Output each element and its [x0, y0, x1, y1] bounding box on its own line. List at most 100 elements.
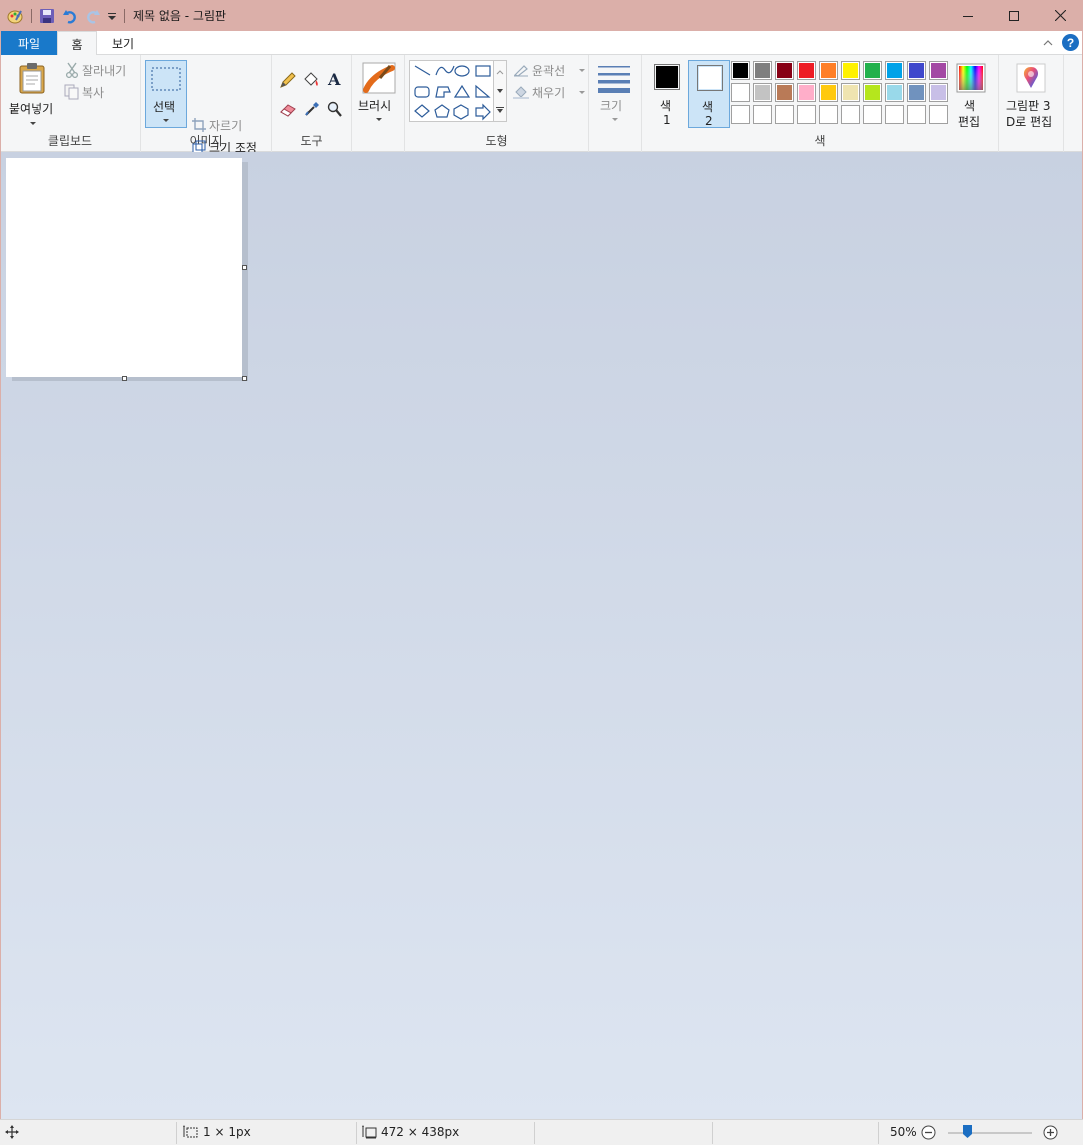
cut-button[interactable]: 잘라내기 [64, 61, 136, 79]
redo-icon[interactable] [84, 7, 102, 25]
minimize-button[interactable] [945, 0, 991, 31]
zoom-slider-track[interactable] [948, 1132, 1032, 1134]
palette-swatch[interactable] [797, 61, 816, 80]
fill-button[interactable]: 채우기 [512, 83, 585, 101]
palette-swatch[interactable] [929, 61, 948, 80]
palette-swatch[interactable] [819, 83, 838, 102]
edit-with-paint3d-button[interactable]: 그림판 3 D로 편집 [1001, 60, 1063, 132]
palette-swatch[interactable] [885, 61, 904, 80]
select-button[interactable]: 선택 [145, 60, 187, 128]
scissors-icon [65, 62, 79, 81]
group-label-shapes: 도형 [485, 134, 508, 148]
palette-swatch[interactable] [841, 61, 860, 80]
palette-swatch-fill [887, 85, 902, 100]
zoom-out-icon[interactable] [921, 1125, 936, 1143]
pencil-icon[interactable] [279, 71, 297, 92]
zoom-in-icon[interactable] [1043, 1125, 1058, 1143]
collapse-ribbon-icon[interactable] [1041, 36, 1055, 50]
brushes-button[interactable]: 브러시 [355, 60, 401, 128]
color1-label-line1: 색 [660, 99, 672, 113]
palette-swatch[interactable] [775, 61, 794, 80]
palette-swatch[interactable] [819, 105, 838, 124]
maximize-button[interactable] [991, 0, 1037, 31]
color2-label-line2: 2 [705, 114, 713, 128]
palette-swatch[interactable] [797, 83, 816, 102]
palette-swatch-fill [777, 107, 792, 122]
eraser-icon[interactable] [279, 100, 297, 121]
palette-swatch[interactable] [753, 61, 772, 80]
app-icon[interactable] [6, 7, 24, 25]
palette-swatch[interactable] [731, 83, 750, 102]
fill-icon[interactable] [302, 71, 320, 92]
color1-label-line2: 1 [663, 113, 671, 127]
palette-swatch[interactable] [731, 105, 750, 124]
color1-fill [656, 66, 678, 88]
palette-swatch[interactable] [753, 105, 772, 124]
color2-label-line1: 색 [702, 100, 714, 114]
tab-view[interactable]: 보기 [103, 31, 143, 55]
qat-separator [31, 8, 32, 23]
edit-colors-label-line2: 편집 [958, 115, 981, 129]
outline-button[interactable]: 윤곽선 [512, 61, 585, 79]
edit-colors-button[interactable]: 색 편집 [952, 60, 992, 132]
palette-swatch[interactable] [907, 105, 926, 124]
palette-swatch[interactable] [841, 83, 860, 102]
crop-button[interactable]: 자르기 [191, 116, 261, 134]
palette-swatch[interactable] [819, 61, 838, 80]
paint3d-label-line2: D로 편집 [1006, 115, 1053, 129]
color1-button[interactable]: 색 1 [646, 60, 688, 128]
paste-icon [18, 62, 46, 97]
close-button[interactable] [1037, 0, 1083, 31]
palette-swatch-fill [843, 63, 858, 78]
resize-handle-bottom[interactable] [122, 376, 127, 381]
palette-swatch[interactable] [863, 105, 882, 124]
palette-swatch-fill [799, 85, 814, 100]
text-icon[interactable]: A [327, 70, 343, 91]
palette-swatch[interactable] [753, 83, 772, 102]
palette-swatch[interactable] [797, 105, 816, 124]
palette-swatch-fill [887, 63, 902, 78]
palette-swatch[interactable] [907, 61, 926, 80]
status-separator [534, 1122, 535, 1144]
palette-swatch[interactable] [863, 61, 882, 80]
drawing-canvas[interactable] [6, 158, 242, 377]
paste-button[interactable]: 붙여넣기 [4, 59, 58, 127]
qat-separator [124, 8, 125, 23]
palette-swatch[interactable] [775, 83, 794, 102]
palette-swatch[interactable] [929, 105, 948, 124]
tab-home[interactable]: 홈 [57, 31, 97, 56]
palette-swatch[interactable] [885, 83, 904, 102]
status-separator [356, 1122, 357, 1144]
group-clipboard: 붙여넣기 잘라내기 복사 클립보드 [0, 55, 141, 152]
help-icon[interactable]: ? [1062, 34, 1079, 51]
status-bar: 1 × 1px 472 × 438px 50% [0, 1119, 1083, 1145]
resize-handle-right[interactable] [242, 265, 247, 270]
color-picker-icon[interactable] [303, 100, 321, 121]
group-size: 크기 [589, 55, 642, 152]
shapes-scroll[interactable] [493, 60, 507, 122]
status-separator [712, 1122, 713, 1144]
undo-icon[interactable] [61, 7, 79, 25]
palette-swatch[interactable] [731, 61, 750, 80]
palette-swatch[interactable] [841, 105, 860, 124]
zoom-slider-thumb[interactable] [962, 1124, 973, 1139]
fill-dropdown-icon [579, 91, 585, 94]
palette-swatch[interactable] [885, 105, 904, 124]
ribbon: 붙여넣기 잘라내기 복사 클립보드 이미지 선택 자르기 크기 조정 A 도구 … [0, 55, 1083, 177]
save-icon[interactable] [38, 7, 56, 25]
palette-swatch[interactable] [907, 83, 926, 102]
palette-swatch[interactable] [929, 83, 948, 102]
resize-handle-corner[interactable] [242, 376, 247, 381]
edit-colors-label-line1: 색 [964, 99, 976, 113]
magnifier-icon[interactable] [327, 100, 343, 121]
palette-swatch[interactable] [863, 83, 882, 102]
tab-file[interactable]: 파일 [1, 31, 57, 55]
color2-button[interactable]: 색 2 [688, 60, 730, 128]
customize-dropdown-icon[interactable] [107, 7, 117, 25]
select-rectangle-icon [151, 67, 181, 94]
image-size-text: 472 × 438px [381, 1125, 460, 1139]
copy-button[interactable]: 복사 [64, 83, 136, 101]
size-button[interactable]: 크기 [592, 60, 638, 128]
canvas-workspace[interactable] [1, 152, 1082, 1119]
palette-swatch[interactable] [775, 105, 794, 124]
